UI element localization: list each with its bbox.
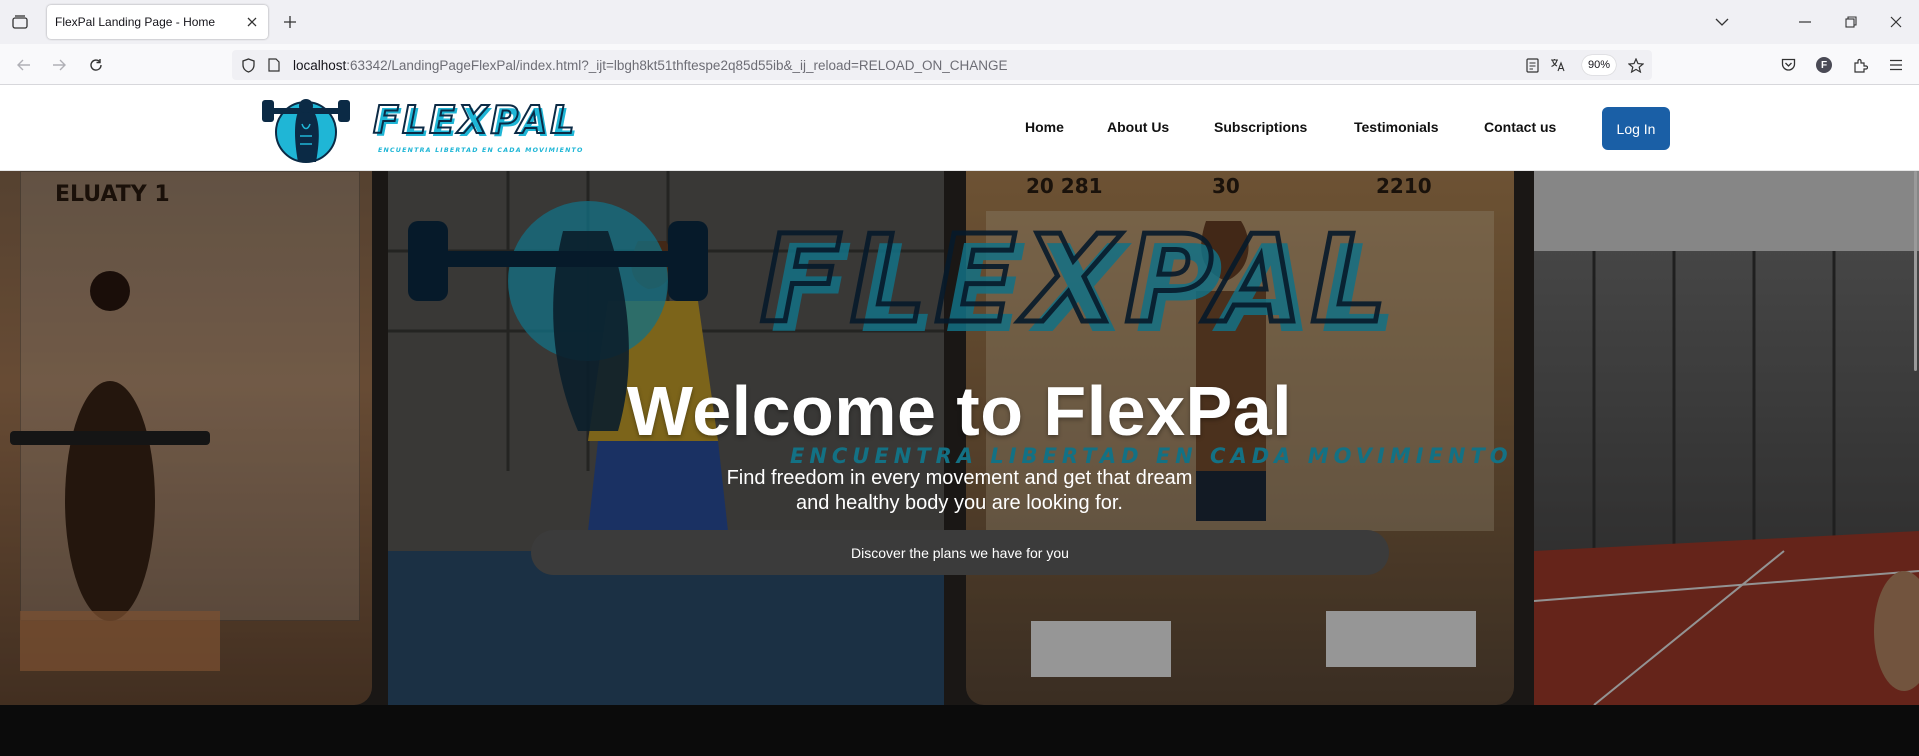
hero-title: Welcome to FlexPal — [626, 372, 1293, 450]
url-host: localhost — [293, 58, 347, 73]
profile-avatar[interactable]: F — [1812, 53, 1836, 77]
discover-plans-button[interactable]: Discover the plans we have for you — [531, 530, 1389, 575]
extensions-icon[interactable] — [1848, 53, 1872, 77]
browser-nav-bar: localhost:63342/LandingPageFlexPal/index… — [0, 44, 1919, 85]
hero-subtitle-line-2: and healthy body you are looking for. — [796, 492, 1123, 514]
hero-section: ELUATY 1 20 281 30 2210 FLEXPAL FLEXPAL … — [0, 171, 1919, 705]
profile-initial: F — [1816, 57, 1832, 73]
site-header: FLEXPAL FLEXPAL ENCUENTRA LIBERTAD EN CA… — [0, 85, 1919, 171]
nav-subscriptions[interactable]: Subscriptions — [1214, 119, 1307, 135]
svg-text:ENCUENTRA LIBERTAD EN CADA MOV: ENCUENTRA LIBERTAD EN CADA MOVIMIENTO — [378, 147, 584, 154]
url-bar[interactable]: localhost:63342/LandingPageFlexPal/index… — [232, 50, 1652, 80]
nav-testimonials[interactable]: Testimonials — [1354, 119, 1439, 135]
new-tab-icon[interactable] — [279, 11, 301, 33]
logo-wordmark: FLEXPAL FLEXPAL ENCUENTRA LIBERTAD EN CA… — [372, 97, 584, 154]
reload-icon[interactable] — [84, 53, 108, 77]
hero-subtitle-line-1: Find freedom in every movement and get t… — [726, 467, 1193, 489]
url-path: :63342/LandingPageFlexPal/index.html?_ij… — [346, 58, 1008, 73]
page-scrollbar[interactable] — [1914, 171, 1917, 371]
nav-home[interactable]: Home — [1025, 119, 1064, 135]
browser-tab[interactable]: FlexPal Landing Page - Home — [47, 5, 268, 39]
page-icon[interactable] — [264, 55, 284, 75]
reader-view-icon[interactable] — [1522, 55, 1542, 75]
flexpal-logo[interactable]: FLEXPAL FLEXPAL ENCUENTRA LIBERTAD EN CA… — [258, 90, 590, 168]
next-section-edge — [0, 705, 1919, 756]
minimize-icon[interactable] — [1793, 10, 1817, 34]
shield-icon[interactable] — [238, 55, 258, 75]
bookmark-star-icon[interactable] — [1626, 55, 1646, 75]
browser-tab-bar: FlexPal Landing Page - Home — [0, 0, 1919, 44]
back-arrow-icon[interactable] — [12, 53, 36, 77]
tab-list-icon[interactable] — [8, 11, 32, 33]
nav-about-us[interactable]: About Us — [1107, 119, 1169, 135]
chevron-down-icon[interactable] — [1710, 10, 1734, 34]
login-button[interactable]: Log In — [1602, 107, 1670, 150]
svg-text:FLEXPAL: FLEXPAL — [373, 98, 577, 142]
pocket-icon[interactable] — [1776, 53, 1800, 77]
url-text[interactable]: localhost:63342/LandingPageFlexPal/index… — [293, 58, 1007, 73]
hamburger-menu-icon[interactable] — [1884, 53, 1908, 77]
hero-subtitle: Find freedom in every movement and get t… — [0, 466, 1919, 516]
forward-arrow-icon[interactable] — [47, 53, 71, 77]
zoom-level-badge[interactable]: 90% — [1582, 55, 1616, 75]
close-tab-icon[interactable] — [244, 14, 260, 30]
close-window-icon[interactable] — [1884, 10, 1908, 34]
translate-icon[interactable] — [1548, 55, 1568, 75]
restore-icon[interactable] — [1839, 10, 1863, 34]
tab-title: FlexPal Landing Page - Home — [55, 15, 216, 29]
nav-contact-us[interactable]: Contact us — [1484, 119, 1556, 135]
